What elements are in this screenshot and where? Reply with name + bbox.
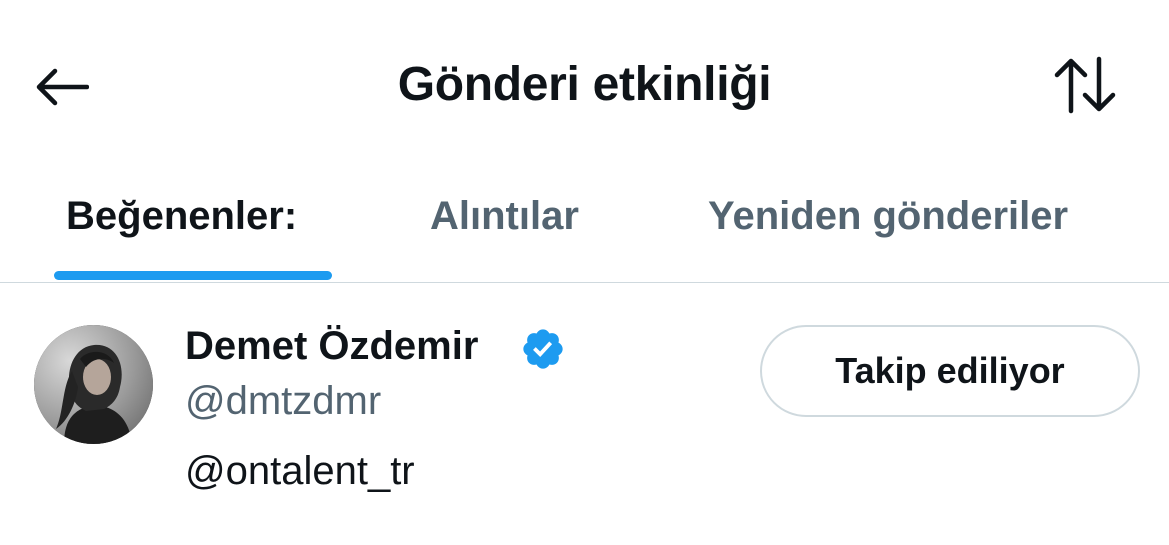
top-bar: Gönderi etkinliği [0,0,1169,165]
tab-quotes[interactable]: Alıntılar [430,190,579,242]
avatar[interactable] [34,325,153,444]
tab-bar: Beğenenler: Alıntılar Yeniden gönderiler [0,172,1169,283]
tab-likes[interactable]: Beğenenler: [66,190,297,242]
following-button[interactable]: Takip ediliyor [760,325,1140,417]
avatar-photo [34,325,153,444]
sort-arrows-icon [1054,56,1116,114]
sort-button[interactable] [1050,52,1120,118]
user-bio: @ontalent_tr [185,449,415,493]
tab-reposts[interactable]: Yeniden gönderiler [708,190,1068,242]
active-tab-indicator [54,271,332,280]
user-list-item[interactable]: Demet Özdemir @dmtzdmr @ontalent_tr Taki… [0,300,1169,520]
verified-badge-icon [523,329,563,369]
page-title: Gönderi etkinliği [397,58,772,111]
user-display-name[interactable]: Demet Özdemir [185,320,478,372]
user-handle: @dmtzdmr [185,379,382,423]
